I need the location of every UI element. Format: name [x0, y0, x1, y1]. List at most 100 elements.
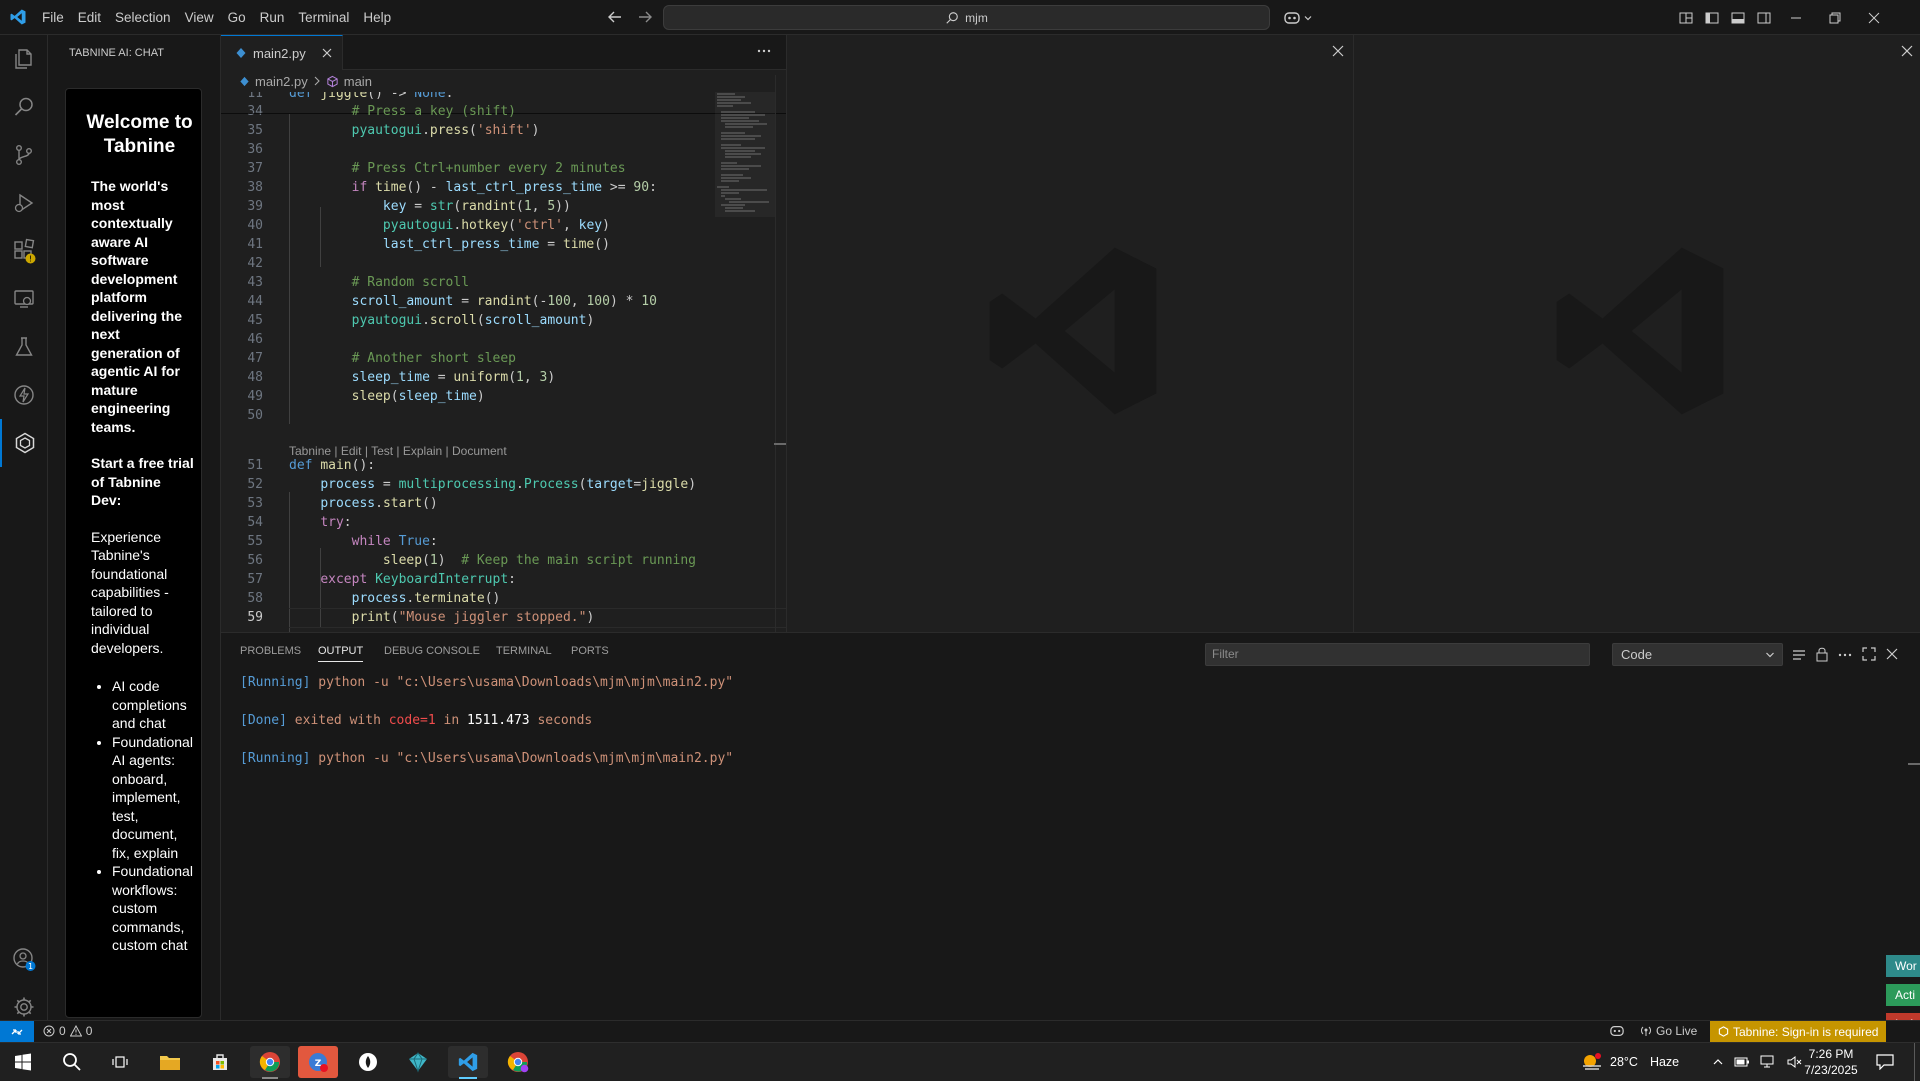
tabnine-codelens[interactable]: Tabnine | Edit | Test | Explain | Docume…	[289, 444, 507, 458]
source-control-icon[interactable]	[0, 131, 48, 179]
more-actions-icon[interactable]	[756, 43, 772, 59]
tab-main2-py[interactable]: main2.py	[221, 35, 343, 70]
notification-button[interactable]: Acti	[1886, 984, 1920, 1006]
taskbar-search-icon[interactable]	[52, 1046, 92, 1078]
tab-debug-console[interactable]: DEBUG CONSOLE	[384, 645, 480, 657]
copilot-status-icon[interactable]	[1609, 1024, 1625, 1038]
go-live-button[interactable]: Go Live	[1640, 1024, 1697, 1038]
menu-view[interactable]: View	[178, 0, 221, 35]
weather-widget[interactable]: 28°C Haze	[1580, 1043, 1679, 1081]
app-gem-icon[interactable]	[398, 1046, 438, 1078]
file-explorer-icon[interactable]	[150, 1046, 190, 1078]
copilot-menu[interactable]	[1283, 0, 1313, 35]
extensions-icon[interactable]: !	[0, 227, 48, 275]
chevron-right-icon	[313, 76, 321, 86]
menu-terminal[interactable]: Terminal	[291, 0, 356, 35]
error-icon	[43, 1025, 55, 1037]
notification-center-icon[interactable]	[1876, 1054, 1894, 1070]
battery-icon[interactable]	[1734, 1056, 1750, 1068]
duration: 1511.473	[467, 713, 530, 728]
tabnine-welcome-panel[interactable]: Welcome to Tabnine The world's most cont…	[65, 88, 202, 1018]
lock-icon[interactable]	[1815, 646, 1829, 662]
code-line: try:	[320, 515, 352, 530]
restore-icon[interactable]	[1829, 12, 1841, 24]
problems-indicator[interactable]: 0 0	[43, 1024, 92, 1038]
explorer-icon[interactable]	[0, 35, 48, 83]
microsoft-store-icon[interactable]	[200, 1046, 240, 1078]
forward-arrow-icon[interactable]	[635, 7, 655, 27]
menu-edit[interactable]: Edit	[71, 0, 108, 35]
done-text: in	[443, 713, 460, 728]
clock-date: 7/23/2025	[1804, 1063, 1858, 1077]
close-window-icon[interactable]	[1868, 12, 1880, 24]
minimap[interactable]	[715, 92, 775, 217]
remote-indicator[interactable]	[0, 1021, 34, 1043]
close-group-icon[interactable]	[1332, 45, 1344, 57]
toggle-primary-sidebar-icon[interactable]	[1704, 10, 1720, 26]
app-drop-icon[interactable]	[348, 1046, 388, 1078]
line-number: 35	[247, 123, 263, 138]
task-view-icon[interactable]	[100, 1046, 140, 1078]
run-debug-icon[interactable]	[0, 179, 48, 227]
tabnine-icon[interactable]	[0, 419, 48, 467]
menu-selection[interactable]: Selection	[108, 0, 178, 35]
code-editor[interactable]: 11 34 35 36 37 38 39 40 41 42 43 44 45 4…	[221, 92, 786, 632]
navigation-arrows	[605, 7, 655, 27]
close-group-icon[interactable]	[1901, 45, 1913, 57]
menu-help[interactable]: Help	[356, 0, 398, 35]
menu-run[interactable]: Run	[253, 0, 292, 35]
tab-output[interactable]: OUTPUT	[318, 645, 364, 662]
word-wrap-icon[interactable]	[1791, 647, 1807, 663]
editor-scrollbar-track[interactable]	[775, 75, 776, 632]
toggle-secondary-sidebar-icon[interactable]	[1756, 10, 1772, 26]
close-panel-icon[interactable]	[1886, 648, 1898, 660]
code-line: scroll_amount = randint(-100, 100) * 10	[351, 294, 657, 309]
show-desktop-button[interactable]	[1914, 1043, 1915, 1081]
line-number: 41	[247, 237, 263, 252]
tabnine-status-button[interactable]: Tabnine: Sign-in is required	[1710, 1021, 1887, 1042]
chrome-profile-icon[interactable]	[498, 1046, 538, 1078]
accounts-icon[interactable]: 1	[0, 935, 48, 983]
output-channel-select[interactable]: Code	[1612, 643, 1783, 666]
tab-ports[interactable]: PORTS	[571, 645, 609, 657]
toggle-panel-icon[interactable]	[1730, 10, 1746, 26]
clock[interactable]: 7:26 PM 7/23/2025	[1798, 1046, 1864, 1078]
sidebar-title: TABNINE AI: CHAT	[69, 47, 164, 59]
network-icon[interactable]	[1760, 1055, 1776, 1069]
output-filter-input[interactable]: Filter	[1205, 643, 1590, 666]
chrome-icon[interactable]	[250, 1046, 290, 1078]
minimize-icon[interactable]	[1790, 12, 1802, 24]
broadcast-icon	[1640, 1025, 1652, 1037]
breadcrumb-symbol[interactable]: main	[344, 74, 372, 89]
tab-terminal[interactable]: TERMINAL	[496, 645, 552, 657]
exit-code: code=1	[388, 713, 436, 728]
search-icon	[945, 11, 959, 25]
editor-group-2[interactable]	[786, 35, 1353, 632]
start-button-icon[interactable]	[3, 1046, 43, 1078]
done-text: seconds	[537, 713, 593, 728]
svg-text:!: !	[29, 255, 32, 264]
close-tab-icon[interactable]	[322, 48, 332, 58]
zoho-app-icon[interactable]: Z	[298, 1046, 338, 1078]
menu-file[interactable]: File	[35, 0, 71, 35]
notification-button[interactable]: Wor	[1886, 955, 1920, 977]
code-line: while True:	[351, 534, 438, 549]
lightning-extension-icon[interactable]	[0, 371, 48, 419]
code-line: def jiggle() -> None:	[289, 92, 454, 101]
go-live-label: Go Live	[1656, 1024, 1698, 1038]
back-arrow-icon[interactable]	[605, 7, 625, 27]
customize-layout-icon[interactable]	[1678, 10, 1694, 26]
maximize-panel-icon[interactable]	[1862, 647, 1876, 661]
chevron-up-icon[interactable]	[1712, 1056, 1724, 1068]
tab-problems[interactable]: PROBLEMS	[240, 645, 301, 657]
command-center-search[interactable]: mjm	[663, 5, 1270, 30]
breadcrumb-file[interactable]: main2.py	[255, 74, 308, 89]
menu-go[interactable]: Go	[221, 0, 253, 35]
remote-explorer-icon[interactable]	[0, 275, 48, 323]
symbol-method-icon	[326, 75, 339, 88]
editor-group-3[interactable]	[1353, 35, 1920, 632]
search-view-icon[interactable]	[0, 83, 48, 131]
testing-icon[interactable]	[0, 323, 48, 371]
more-actions-icon[interactable]	[1837, 647, 1853, 663]
vscode-taskbar-icon[interactable]	[448, 1046, 488, 1078]
